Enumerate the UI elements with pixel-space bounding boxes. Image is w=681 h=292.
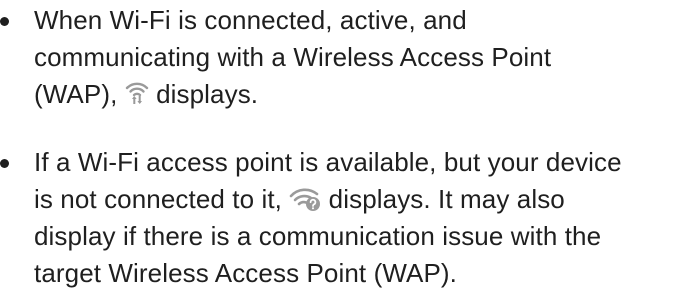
text-line: display if there is a communication issu… <box>34 221 602 251</box>
bullet-dot <box>0 159 9 168</box>
text-line: target Wireless Access Point (WAP). <box>34 258 457 288</box>
text-line-with-icon: (WAP), displays. <box>34 76 681 113</box>
document: When Wi-Fi is connected, active, and com… <box>0 0 681 292</box>
text-line: communicating with a Wireless Access Poi… <box>34 42 552 72</box>
bullet-list: When Wi-Fi is connected, active, and com… <box>0 2 681 292</box>
text-fragment: displays. It may also <box>328 184 565 214</box>
wifi-available-question-icon <box>289 187 321 211</box>
wifi-active-icon <box>125 80 149 106</box>
text-line: If a Wi-Fi access point is available, bu… <box>34 147 622 177</box>
text-fragment: (WAP), <box>34 79 118 109</box>
list-item: If a Wi-Fi access point is available, bu… <box>0 144 681 292</box>
text-line-with-icon: is not connected to it, displays. It may… <box>34 181 681 218</box>
text-fragment: is not connected to it, <box>34 184 283 214</box>
text-fragment: displays. <box>156 79 259 109</box>
bullet-dot <box>0 17 9 26</box>
list-item: When Wi-Fi is connected, active, and com… <box>0 2 681 113</box>
text-line: When Wi-Fi is connected, active, and <box>34 5 467 35</box>
